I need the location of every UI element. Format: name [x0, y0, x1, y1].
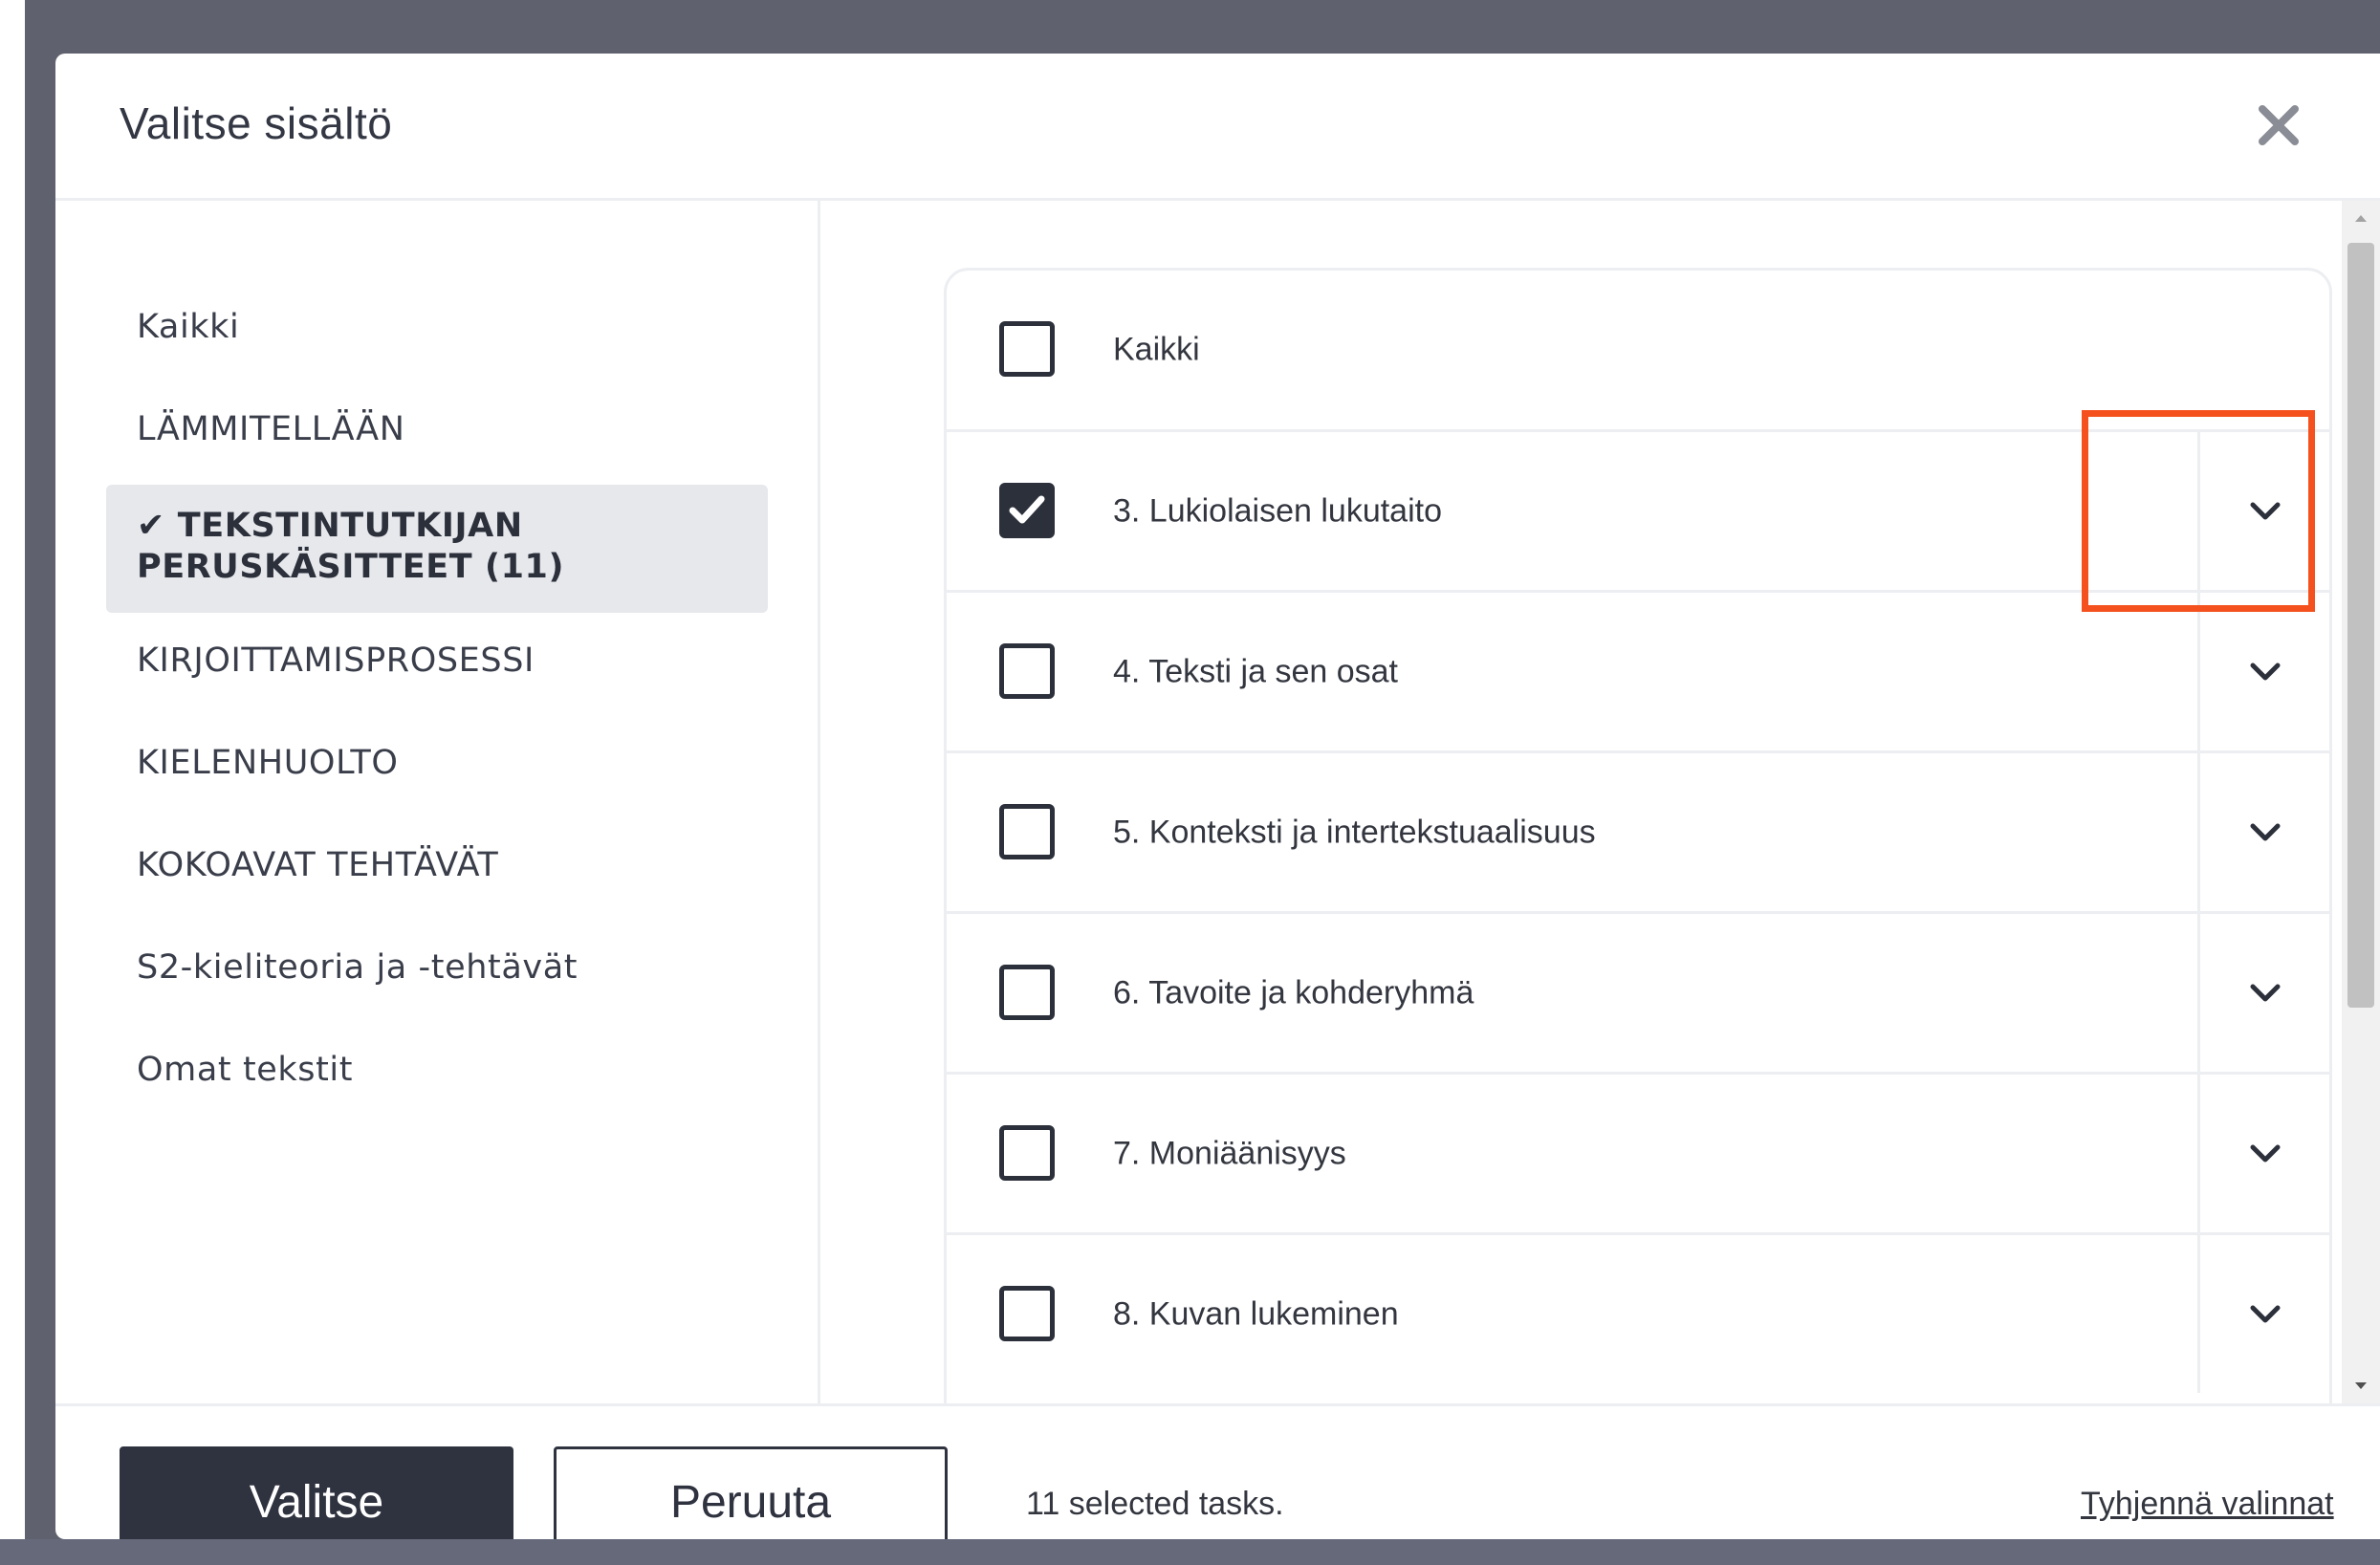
sidebar-item-kielenhuolto[interactable]: KIELENHUOLTO [106, 744, 768, 782]
sidebar-item-label: Kaikki [137, 308, 240, 346]
selected-count-text: 11 selected tasks. [1026, 1486, 1284, 1522]
sidebar-item-label: Omat tekstit [137, 1051, 354, 1089]
task-list-panel: Kaikki 3. Lukiolaisen lukutaito 4. Tekst… [823, 201, 2342, 1403]
list-item-label: 5. Konteksti ja intertekstuaalisuus [1113, 814, 1596, 850]
expand-button[interactable] [2197, 1075, 2329, 1232]
list-item-tavoite: 6. Tavoite ja kohderyhmä [947, 911, 2329, 1072]
sidebar-item-label: KIRJOITTAMISPROSESSI [137, 641, 535, 680]
close-icon [2259, 105, 2299, 145]
scroll-up-arrow[interactable] [2342, 201, 2380, 235]
expand-button[interactable] [2197, 432, 2329, 590]
expand-button[interactable] [2197, 753, 2329, 911]
task-checkbox[interactable] [999, 482, 1055, 538]
background-page-edge [0, 0, 25, 1565]
select-button[interactable]: Valitse [120, 1446, 513, 1539]
expand-button[interactable] [2197, 1235, 2329, 1393]
list-item-moniaanisyys: 7. Moniäänisyys [947, 1072, 2329, 1232]
category-sidebar: Kaikki LÄMMITELLÄÄN ✔ TEKSTINTUTKIJAN PE… [55, 201, 820, 1403]
list-item-label: 7. Moniäänisyys [1113, 1135, 1346, 1171]
list-item-label: Kaikki [1113, 331, 1200, 368]
sidebar-item-kirjoittamisprosessi[interactable]: KIRJOITTAMISPROSESSI [106, 641, 768, 680]
background-page-bottom [0, 1539, 2380, 1565]
chevron-down-icon [2250, 1305, 2280, 1322]
dialog-footer: Valitse Peruuta 11 selected tasks. Tyhje… [55, 1403, 2380, 1539]
list-item-konteksti: 5. Konteksti ja intertekstuaalisuus [947, 750, 2329, 911]
triangle-up-icon [2355, 215, 2367, 222]
expand-button[interactable] [2197, 593, 2329, 750]
task-checkbox[interactable] [999, 964, 1055, 1020]
scroll-down-arrow[interactable] [2342, 1369, 2380, 1403]
select-content-dialog: Valitse sisältö Kaikki LÄMMITELLÄÄN ✔ TE… [55, 54, 2380, 1539]
expand-button[interactable] [2197, 914, 2329, 1072]
list-item-label: 3. Lukiolaisen lukutaito [1113, 492, 1443, 529]
list-item-kaikki: Kaikki [947, 271, 2329, 429]
sidebar-item-label: TEKSTINTUTKIJAN PERUSKÄSITTEET (11) [137, 507, 565, 586]
chevron-down-icon [2250, 502, 2280, 519]
task-checkbox[interactable] [999, 642, 1055, 699]
dialog-header: Valitse sisältö [55, 54, 2380, 201]
task-checkbox[interactable] [999, 803, 1055, 859]
list-item-teksti-ja-sen-osat: 4. Teksti ja sen osat [947, 590, 2329, 750]
scrollbar-thumb[interactable] [2347, 243, 2374, 1008]
task-list: Kaikki 3. Lukiolaisen lukutaito 4. Tekst… [944, 268, 2332, 1403]
chevron-down-icon [2250, 1144, 2280, 1162]
checkmark-icon: ✔ [137, 507, 165, 545]
clear-selections-link[interactable]: Tyhjennä valinnat [2081, 1486, 2334, 1523]
sidebar-item-label: KIELENHUOLTO [137, 744, 399, 782]
sidebar-item-omat-tekstit[interactable]: Omat tekstit [106, 1051, 768, 1089]
chevron-down-icon [2250, 823, 2280, 840]
list-item-label: 8. Kuvan lukeminen [1113, 1295, 1399, 1332]
sidebar-item-s2-kieliteoria[interactable]: S2-kieliteoria ja -tehtävät [106, 948, 768, 987]
sidebar-item-label: S2-kieliteoria ja -tehtävät [137, 948, 579, 987]
list-item-kuvan-lukeminen: 8. Kuvan lukeminen [947, 1232, 2329, 1393]
select-all-checkbox[interactable] [999, 321, 1055, 377]
task-checkbox[interactable] [999, 1124, 1055, 1181]
sidebar-item-label: LÄMMITELLÄÄN [137, 410, 405, 448]
sidebar-item-kokoavat-tehtavat[interactable]: KOKOAVAT TEHTÄVÄT [106, 846, 768, 884]
check-icon [1009, 495, 1045, 523]
cancel-button[interactable]: Peruuta [554, 1446, 948, 1539]
sidebar-item-kaikki[interactable]: Kaikki [106, 308, 768, 346]
task-checkbox[interactable] [999, 1285, 1055, 1341]
chevron-down-icon [2250, 663, 2280, 680]
sidebar-item-lammitellaan[interactable]: LÄMMITELLÄÄN [106, 410, 768, 448]
list-item-label: 6. Tavoite ja kohderyhmä [1113, 974, 1474, 1011]
chevron-down-icon [2250, 984, 2280, 1001]
list-item-lukiolaisen-lukutaito: 3. Lukiolaisen lukutaito [947, 429, 2329, 590]
scrollbar[interactable] [2342, 201, 2380, 1403]
dialog-title: Valitse sisältö [120, 98, 393, 148]
list-item-label: 4. Teksti ja sen osat [1113, 653, 1398, 689]
sidebar-item-tekstintutkijan-peruskasitteet[interactable]: ✔ TEKSTINTUTKIJAN PERUSKÄSITTEET (11) [106, 485, 768, 613]
close-button[interactable] [2245, 92, 2312, 159]
triangle-down-icon [2355, 1382, 2367, 1389]
sidebar-item-label: KOKOAVAT TEHTÄVÄT [137, 846, 499, 884]
